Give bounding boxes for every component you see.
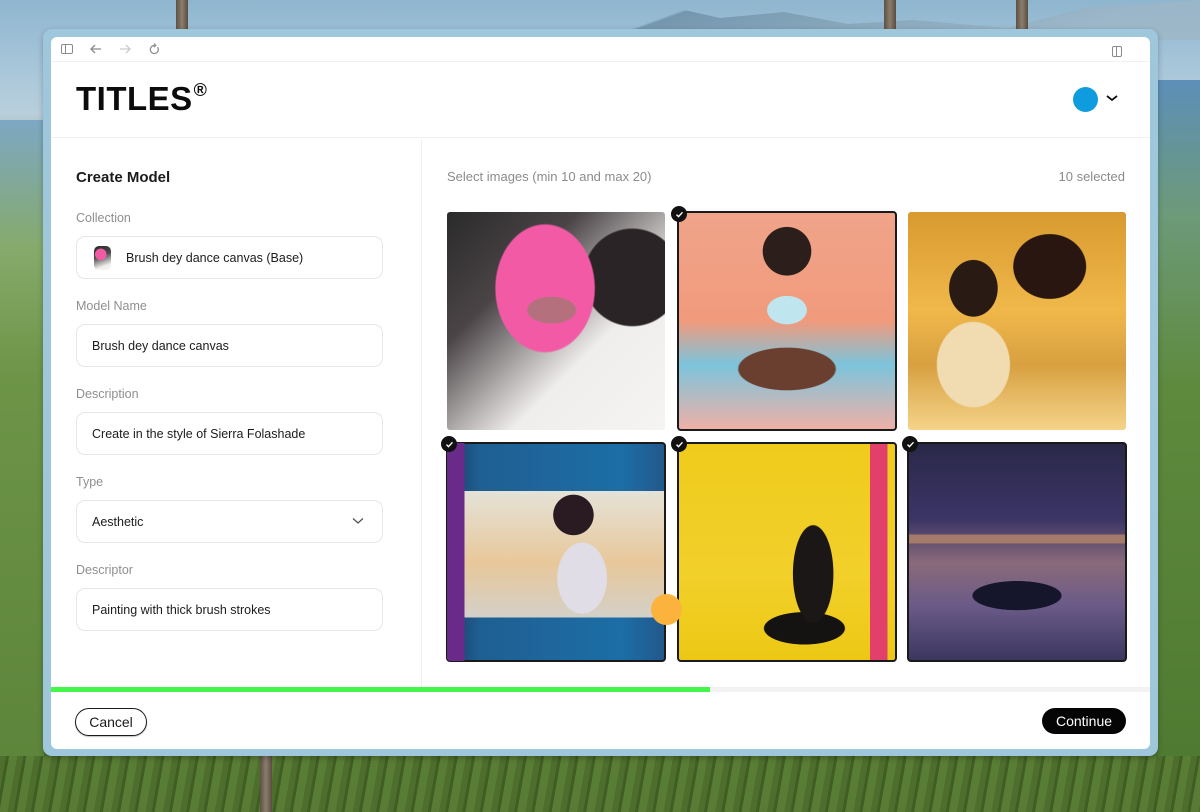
selection-hint: Select images (min 10 and max 20) (447, 169, 652, 184)
sidebar-toggle-icon[interactable] (60, 42, 74, 56)
background-tree (884, 0, 896, 30)
image-tile[interactable] (908, 212, 1126, 430)
image-tile-selected[interactable] (677, 211, 897, 431)
background-tree (260, 756, 272, 812)
collection-field[interactable]: Brush dey dance canvas (Base) (76, 236, 383, 279)
titles-logo[interactable]: TITLES® (76, 80, 207, 118)
page-title: Create Model (76, 169, 171, 186)
browser-toolbar (51, 37, 1150, 62)
create-model-form: Create Model Collection Brush dey dance … (51, 139, 422, 687)
collection-value: Brush dey dance canvas (Base) (126, 250, 304, 265)
background-tree (176, 0, 188, 30)
background-grass (0, 756, 1200, 812)
app-header: TITLES® (51, 62, 1150, 138)
check-icon (441, 436, 457, 452)
cancel-button[interactable]: Cancel (75, 708, 147, 736)
type-value: Aesthetic (92, 514, 144, 529)
check-icon (671, 436, 687, 452)
background-landscape-right (1158, 80, 1200, 760)
description-label: Description (76, 387, 139, 401)
selected-count: 10 selected (1058, 169, 1126, 184)
continue-button[interactable]: Continue (1042, 708, 1126, 734)
footer: Cancel Continue (51, 692, 1150, 749)
descriptor-input[interactable]: Painting with thick brush strokes (76, 588, 383, 631)
image-tile-selected[interactable] (446, 442, 666, 662)
chevron-down-icon[interactable] (1105, 92, 1119, 104)
type-select[interactable]: Aesthetic (76, 500, 383, 543)
background-landscape-left (0, 120, 44, 760)
reload-icon[interactable] (147, 42, 161, 56)
user-avatar[interactable] (1073, 87, 1098, 112)
registered-mark: ® (193, 80, 208, 100)
description-input[interactable]: Create in the style of Sierra Folashade (76, 412, 383, 455)
check-icon (902, 436, 918, 452)
background-tree (1016, 0, 1028, 30)
type-label: Type (76, 475, 104, 489)
image-tile[interactable] (447, 212, 665, 430)
descriptor-label: Descriptor (76, 563, 133, 577)
image-selection-panel: Select images (min 10 and max 20) 10 sel… (423, 139, 1150, 687)
back-arrow-icon[interactable] (89, 42, 103, 56)
app-window: TITLES® Create Model Collection Brush de… (51, 37, 1150, 749)
model-name-input[interactable]: Brush dey dance canvas (76, 324, 383, 367)
forward-arrow-icon[interactable] (118, 42, 132, 56)
image-tile-selected[interactable] (677, 442, 897, 662)
cursor-indicator (651, 594, 682, 625)
image-tile-selected[interactable] (907, 442, 1127, 662)
collection-label: Collection (76, 211, 131, 225)
split-view-icon[interactable] (1110, 44, 1124, 58)
logo-text: TITLES (76, 80, 193, 117)
collection-thumbnail (94, 245, 111, 270)
chevron-down-icon (352, 518, 364, 524)
model-name-label: Model Name (76, 299, 147, 313)
check-icon (671, 206, 687, 222)
